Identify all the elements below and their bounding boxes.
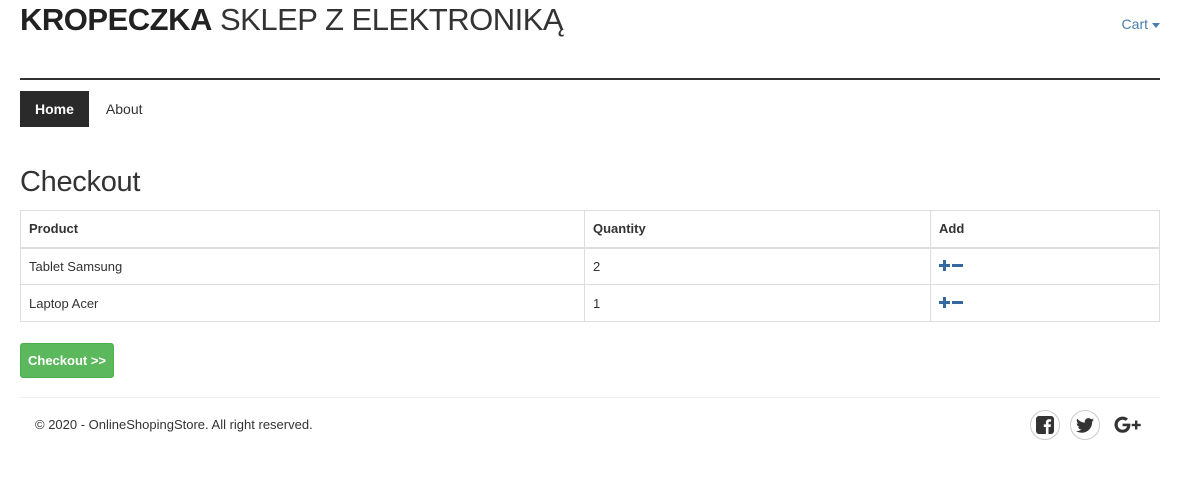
checkout-button[interactable]: Checkout >> bbox=[20, 343, 114, 378]
product-cell: Laptop Acer bbox=[20, 284, 585, 322]
minus-icon[interactable] bbox=[952, 259, 963, 274]
twitter-icon[interactable] bbox=[1070, 410, 1100, 440]
caret-down-icon bbox=[1152, 22, 1160, 28]
cart-dropdown[interactable]: Cart bbox=[1122, 16, 1160, 32]
cart-label: Cart bbox=[1121, 16, 1148, 32]
facebook-icon[interactable] bbox=[1030, 410, 1060, 440]
nav-item-about[interactable]: About bbox=[89, 91, 158, 127]
brand-tagline: SKLEP Z ELEKTRONIKĄ bbox=[219, 2, 564, 37]
plus-icon[interactable] bbox=[939, 296, 950, 311]
minus-icon[interactable] bbox=[952, 296, 963, 311]
column-header-quantity: Quantity bbox=[584, 210, 931, 249]
quantity-cell: 2 bbox=[584, 247, 931, 285]
add-cell bbox=[930, 284, 1160, 322]
product-cell: Tablet Samsung bbox=[20, 247, 585, 285]
copyright-text: © 2020 - OnlineShopingStore. All right r… bbox=[35, 417, 313, 432]
quantity-cell: 1 bbox=[584, 284, 931, 322]
add-cell bbox=[930, 247, 1160, 285]
table-row: Laptop Acer 1 bbox=[20, 284, 1160, 322]
main-nav: Home About bbox=[20, 91, 158, 127]
table-row: Tablet Samsung 2 bbox=[20, 247, 1160, 285]
header-divider bbox=[20, 78, 1160, 80]
column-header-add: Add bbox=[930, 210, 1160, 249]
plus-icon[interactable] bbox=[939, 259, 950, 274]
footer-divider bbox=[20, 397, 1160, 398]
google-plus-icon[interactable] bbox=[1113, 410, 1143, 440]
brand-name: KROPECZKA bbox=[20, 2, 212, 37]
page-title: Checkout bbox=[20, 166, 141, 198]
cart-table: Product Quantity Add Tablet Samsung 2 La… bbox=[20, 210, 1160, 322]
nav-item-home[interactable]: Home bbox=[20, 91, 89, 127]
column-header-product: Product bbox=[20, 210, 585, 249]
table-header-row: Product Quantity Add bbox=[20, 210, 1160, 249]
brand-title: KROPECZKA SKLEP Z ELEKTRONIKĄ bbox=[20, 2, 564, 38]
